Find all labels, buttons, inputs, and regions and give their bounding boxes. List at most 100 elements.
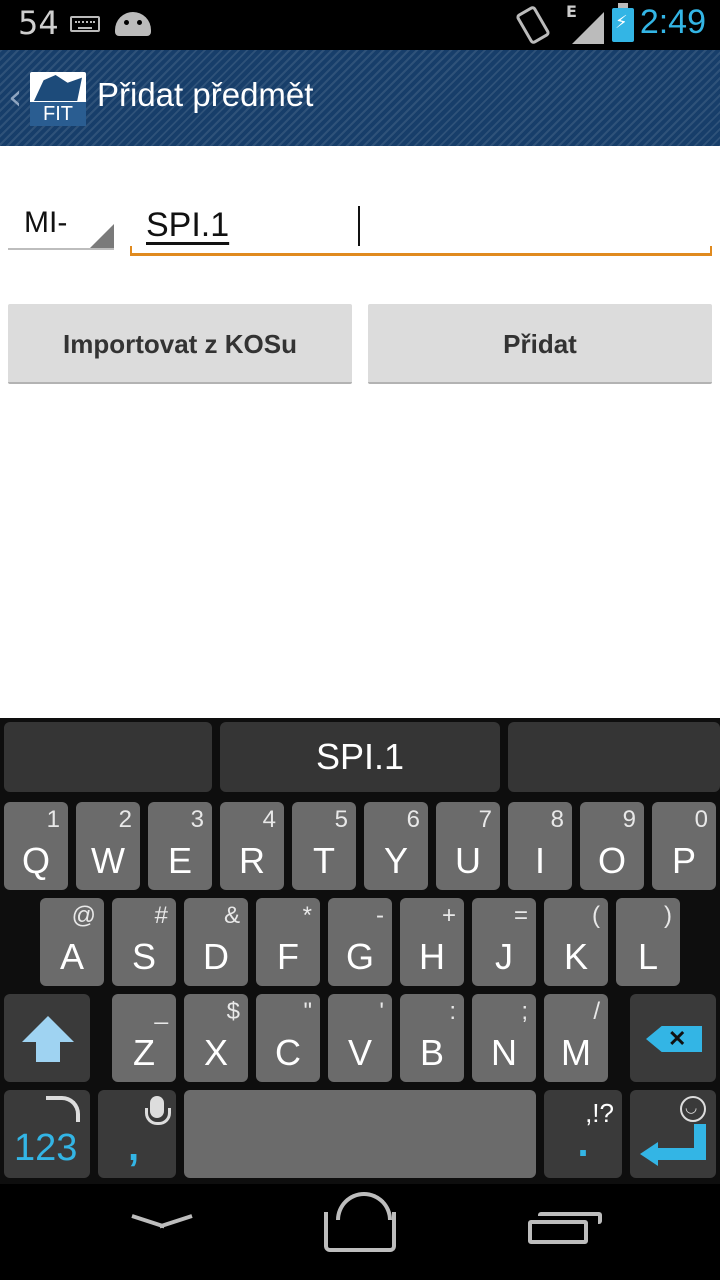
key-h[interactable]: + H <box>400 898 464 986</box>
key-g[interactable]: -G <box>328 898 392 986</box>
key-t[interactable]: 5T <box>292 802 356 890</box>
key-secondary-label: 6 <box>406 806 420 833</box>
android-icon <box>115 12 151 36</box>
key-secondary-label: 1 <box>46 806 60 833</box>
enter-icon <box>640 1124 706 1166</box>
numbers-key[interactable]: 123 <box>4 1090 90 1178</box>
key-k[interactable]: (K <box>544 898 608 986</box>
key-primary-label: W <box>91 840 125 881</box>
swiftkey-icon <box>46 1094 80 1122</box>
spinner-arrow-icon <box>90 224 114 248</box>
enter-key[interactable] <box>630 1090 716 1178</box>
key-primary-label: J <box>495 936 513 977</box>
period-key[interactable]: ,!? . <box>544 1090 622 1178</box>
key-u[interactable]: 7U <box>436 802 500 890</box>
key-o[interactable]: 9O <box>580 802 644 890</box>
key-y[interactable]: 6Y <box>364 802 428 890</box>
key-primary-label: E <box>167 840 192 881</box>
prefix-spinner-value: MI- <box>24 206 68 239</box>
comma-key[interactable]: , <box>98 1090 176 1178</box>
key-secondary-label: + <box>441 902 456 929</box>
key-primary-label: F <box>277 936 299 977</box>
key-secondary-label: 8 <box>550 806 564 833</box>
key-secondary-label: / <box>593 998 600 1025</box>
key-d[interactable]: & D <box>184 898 248 986</box>
key-i[interactable]: 8I <box>508 802 572 890</box>
clock: 2:49 <box>639 3 706 41</box>
key-primary-label: X <box>203 1032 228 1073</box>
key-f[interactable]: * F <box>256 898 320 986</box>
key-w[interactable]: 2W <box>76 802 140 890</box>
key-secondary-label: : <box>449 998 456 1025</box>
soft-keyboard: SPI.1 1Q2W3E4R5T6Y7U8I9O0P @ A # S & D * F - G + H =… <box>0 718 720 1184</box>
key-primary-label: Q <box>21 840 50 881</box>
key-secondary-label: " <box>303 998 312 1025</box>
key-x[interactable]: $ X <box>184 994 248 1082</box>
app-logo[interactable]: FIT <box>30 72 86 126</box>
key-primary-label: P <box>671 840 696 881</box>
key-m[interactable]: / M <box>544 994 608 1082</box>
key-secondary-label: ; <box>521 998 528 1025</box>
key-primary-label: O <box>597 840 626 881</box>
key-a[interactable]: @ A <box>40 898 104 986</box>
content-area: MI- SPI.1 Importovat z KOSu Přidat <box>0 146 720 718</box>
shift-icon <box>22 1016 74 1064</box>
key-secondary-label: 2 <box>118 806 132 833</box>
add-button[interactable]: Přidat <box>368 304 712 384</box>
key-secondary-label: = <box>513 902 528 929</box>
key-n[interactable]: ; N <box>472 994 536 1082</box>
comma-key-label: , <box>128 1125 140 1169</box>
key-primary-label: K <box>563 936 588 977</box>
key-z[interactable]: _ Z <box>112 994 176 1082</box>
key-j[interactable]: = J <box>472 898 536 986</box>
key-v[interactable]: ' V <box>328 994 392 1082</box>
key-primary-label: N <box>491 1032 517 1073</box>
key-primary-label: U <box>455 840 481 881</box>
backspace-key[interactable]: ✕ <box>630 994 716 1082</box>
home-icon[interactable] <box>324 1192 396 1252</box>
key-secondary-label: @ <box>71 902 96 929</box>
key-primary-label: I <box>534 840 545 881</box>
key-b[interactable]: :B <box>400 994 464 1082</box>
navigation-bar <box>0 1184 720 1280</box>
period-key-label: . <box>577 1121 589 1165</box>
status-bar: 54 E 2:49 <box>0 0 720 50</box>
key-primary-label: L <box>637 936 659 977</box>
key-secondary-label: 4 <box>262 806 276 833</box>
key-primary-label: C <box>275 1032 301 1073</box>
microphone-icon <box>145 1096 171 1125</box>
recent-apps-icon[interactable] <box>528 1212 602 1244</box>
lion-crest-icon <box>34 75 82 101</box>
suggestion-right[interactable] <box>508 722 720 792</box>
key-primary-label: B <box>419 1032 444 1073</box>
backspace-icon: ✕ <box>646 1026 702 1052</box>
key-r[interactable]: 4R <box>220 802 284 890</box>
notification-count: 54 <box>18 4 59 42</box>
key-l[interactable]: ) L <box>616 898 680 986</box>
key-p[interactable]: 0P <box>652 802 716 890</box>
subject-code-value: SPI.1 <box>146 206 230 244</box>
suggestion-left[interactable] <box>4 722 212 792</box>
key-secondary-label: 9 <box>622 806 636 833</box>
key-q[interactable]: 1Q <box>4 802 68 890</box>
space-key[interactable] <box>184 1090 536 1178</box>
import-from-kos-button[interactable]: Importovat z KOSu <box>8 304 352 384</box>
key-primary-label: R <box>239 840 265 881</box>
key-primary-label: G <box>345 936 374 977</box>
shift-key[interactable] <box>4 994 90 1082</box>
key-s[interactable]: # S <box>112 898 176 986</box>
key-primary-label: Z <box>133 1032 155 1073</box>
subject-code-input[interactable]: SPI.1 <box>130 194 712 260</box>
key-primary-label: T <box>313 840 335 881</box>
key-e[interactable]: 3E <box>148 802 212 890</box>
key-secondary-label: - <box>376 902 384 929</box>
numbers-key-label: 123 <box>14 1127 78 1169</box>
battery-charging-icon <box>612 3 634 42</box>
prefix-spinner[interactable]: MI- <box>8 196 114 252</box>
up-caret-icon[interactable]: ‹ <box>8 80 22 116</box>
key-primary-label: S <box>131 936 156 977</box>
key-secondary-label: $ <box>226 998 240 1025</box>
back-chevron-icon[interactable] <box>132 1214 192 1234</box>
suggestion-center[interactable]: SPI.1 <box>220 722 500 792</box>
key-c[interactable]: " C <box>256 994 320 1082</box>
